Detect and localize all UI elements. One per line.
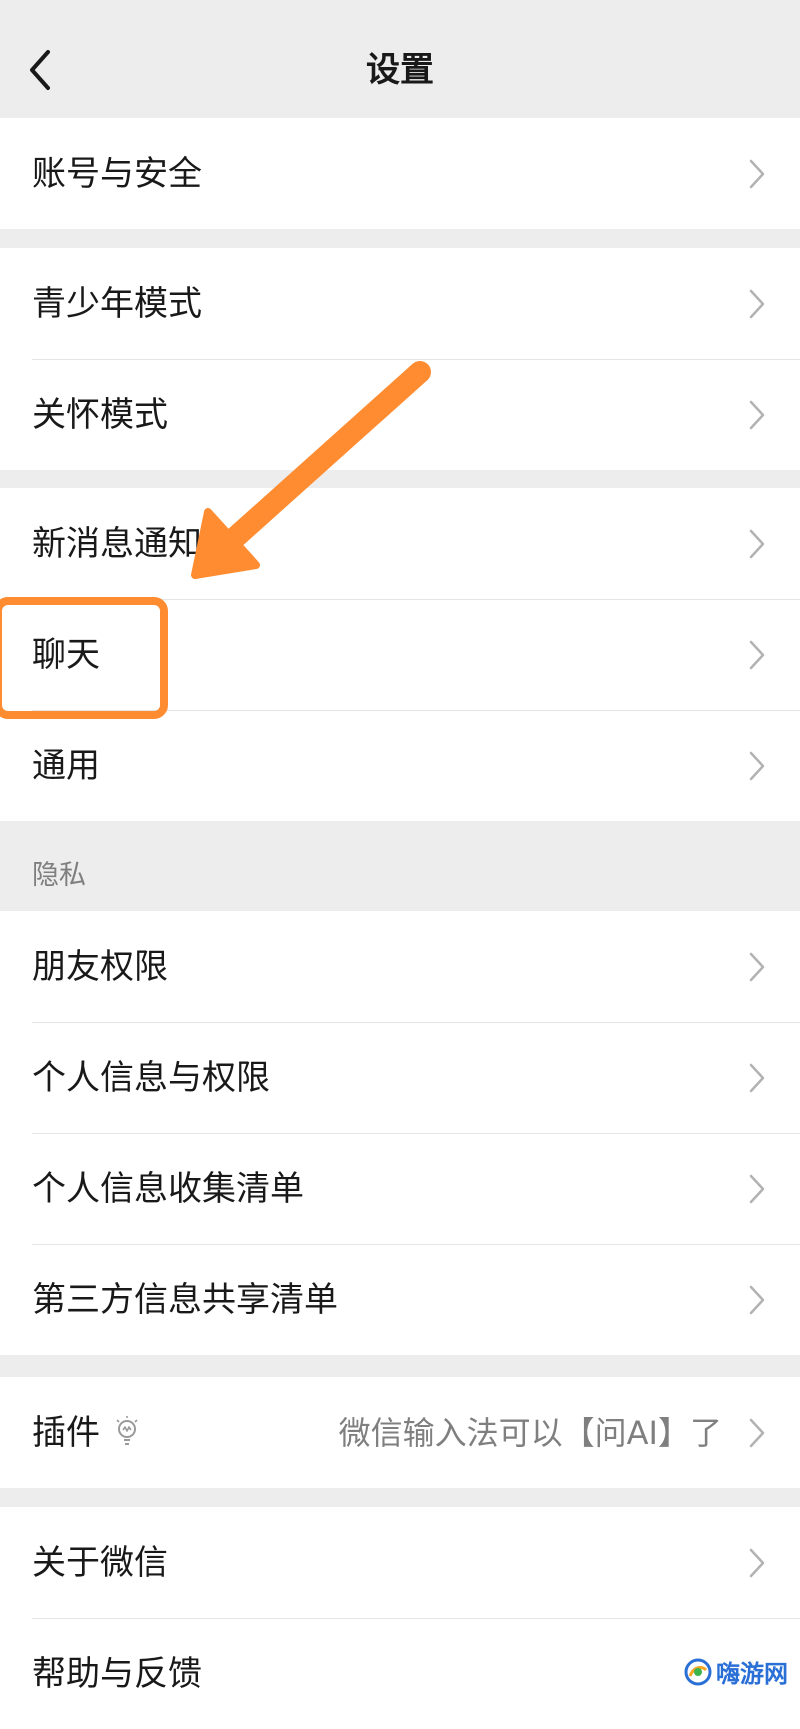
chevron-right-icon: [749, 159, 765, 189]
page-title: 设置: [366, 50, 434, 90]
settings-group-plugins: 插件 微信输入法可以【问AI】了: [0, 1377, 800, 1488]
settings-group-about: 关于微信 帮助与反馈: [0, 1507, 800, 1729]
section-header-privacy: 隐私: [32, 860, 86, 891]
settings-item-general[interactable]: 通用: [0, 710, 800, 821]
settings-item-third-party-sharing[interactable]: 第三方信息共享清单: [0, 1244, 800, 1355]
chevron-right-icon: [749, 529, 765, 559]
chevron-right-icon: [749, 1418, 765, 1448]
settings-item-label: 新消息通知: [32, 523, 202, 564]
settings-item-label: 关于微信: [32, 1542, 168, 1583]
settings-group-privacy: 朋友权限 个人信息与权限 个人信息收集清单 第三方信息共享清单: [0, 911, 800, 1355]
settings-item-label: 青少年模式: [32, 283, 202, 324]
settings-item-label: 通用: [32, 745, 100, 786]
chevron-right-icon: [749, 952, 765, 982]
settings-item-label: 帮助与反馈: [32, 1653, 202, 1694]
chevron-right-icon: [749, 289, 765, 319]
chevron-right-icon: [749, 1285, 765, 1315]
settings-item-label: 第三方信息共享清单: [32, 1279, 338, 1320]
settings-item-personal-info-collection[interactable]: 个人信息收集清单: [0, 1133, 800, 1244]
site-logo-icon: [684, 1658, 712, 1685]
chevron-right-icon: [749, 400, 765, 430]
settings-item-teen-mode[interactable]: 青少年模式: [0, 248, 800, 359]
settings-item-about-wechat[interactable]: 关于微信: [0, 1507, 800, 1618]
settings-item-label: 朋友权限: [32, 946, 168, 987]
chat-highlight-box: [0, 597, 168, 719]
settings-item-friend-permissions[interactable]: 朋友权限: [0, 911, 800, 1022]
settings-item-personal-info-permissions[interactable]: 个人信息与权限: [0, 1022, 800, 1133]
settings-item-label: 插件: [32, 1412, 100, 1453]
settings-group-account: 账号与安全: [0, 118, 800, 229]
chevron-right-icon: [749, 751, 765, 781]
settings-item-care-mode[interactable]: 关怀模式: [0, 359, 800, 470]
settings-item-label: 关怀模式: [32, 394, 168, 435]
settings-item-plugins[interactable]: 插件 微信输入法可以【问AI】了: [0, 1377, 800, 1488]
chevron-right-icon: [749, 1063, 765, 1093]
settings-item-new-message-notification[interactable]: 新消息通知: [0, 488, 800, 599]
chevron-right-icon: [749, 1548, 765, 1578]
plugin-promo-text: 微信输入法可以【问AI】了: [338, 1413, 722, 1452]
chevron-right-icon: [749, 1174, 765, 1204]
chevron-right-icon: [749, 640, 765, 670]
lightbulb-icon: [116, 1416, 138, 1445]
settings-item-label: 个人信息与权限: [32, 1057, 270, 1098]
settings-item-label: 账号与安全: [32, 153, 202, 194]
settings-item-label: 个人信息收集清单: [32, 1168, 304, 1209]
site-watermark: 嗨游网: [678, 1652, 794, 1691]
settings-group-modes: 青少年模式 关怀模式: [0, 248, 800, 470]
nav-bar: 设置: [0, 0, 800, 118]
watermark-text: 嗨游网: [716, 1660, 788, 1688]
settings-item-account-security[interactable]: 账号与安全: [0, 118, 800, 229]
